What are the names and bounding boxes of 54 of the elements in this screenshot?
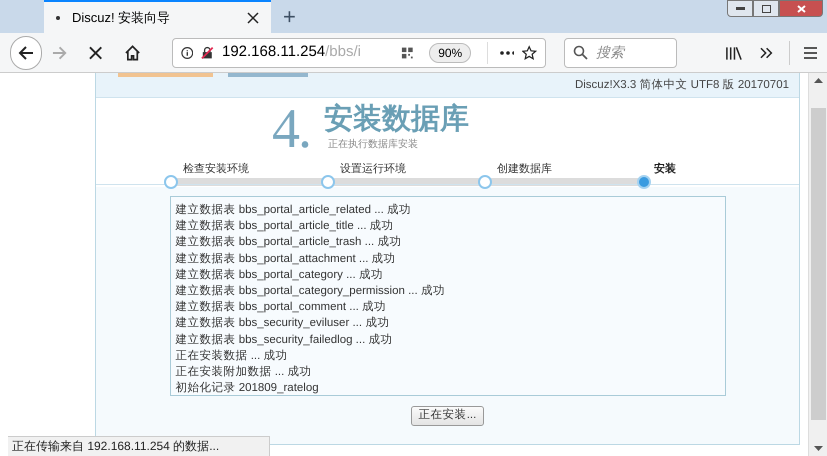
browser-tab[interactable]: Discuz! 安装向导: [44, 0, 271, 33]
log-line: 建立数据表 bbs_portal_article_related ... 成功: [176, 202, 412, 218]
step-title: 安装数据库: [324, 102, 469, 137]
address-bar[interactable]: 192.168.11.254/bbs/i 90%: [172, 38, 546, 68]
home-icon[interactable]: [124, 44, 140, 60]
log-line: 建立数据表 bbs_portal_attachment ... 成功: [176, 251, 397, 267]
library-icon[interactable]: [724, 44, 742, 60]
search-placeholder: 搜索: [596, 43, 624, 62]
scrollbar-thumb[interactable]: [810, 108, 826, 420]
log-line: 建立数据表 bbs_portal_article_trash ... 成功: [176, 234, 402, 250]
installing-button[interactable]: 正在安装...: [410, 406, 484, 426]
minimize-icon: [736, 7, 744, 10]
zoom-badge[interactable]: 90%: [429, 42, 472, 62]
maximize-button[interactable]: [753, 0, 779, 17]
back-arrow-icon: [18, 46, 34, 60]
log-line: 建立数据表 bbs_portal_category ... 成功: [176, 267, 384, 283]
version-text: Discuz!X3.3 简体中文 UTF8 版 20170701: [574, 78, 789, 93]
back-button[interactable]: [10, 36, 42, 70]
qr-code-icon[interactable]: [400, 46, 414, 60]
close-window-button[interactable]: [779, 0, 823, 17]
status-bar: 正在传输来自 192.168.11.254 的数据...: [8, 436, 270, 456]
log-line: 建立数据表 bbs_portal_article_title ... 成功: [176, 218, 395, 234]
maximize-icon: [762, 4, 770, 12]
log-line: 建立数据表 bbs_portal_category_permission ... 成功: [176, 283, 446, 300]
menu-icon[interactable]: [804, 46, 817, 58]
minimize-button[interactable]: [727, 0, 753, 17]
step-label: 检查安装环境: [183, 162, 249, 177]
chevrons-icon[interactable]: [760, 46, 773, 58]
insecure-lock-icon[interactable]: [201, 46, 214, 60]
step-label: 创建数据库: [497, 162, 552, 177]
search-field[interactable]: 搜索: [564, 38, 676, 68]
close-icon[interactable]: [247, 12, 259, 24]
scrollbar[interactable]: [808, 73, 827, 456]
step-subtitle: 正在执行数据库安装: [327, 138, 419, 152]
log-line: 建立数据表 bbs_portal_comment ... 成功: [176, 299, 388, 316]
step-label: 设置运行环境: [340, 162, 406, 177]
log-line: 初始化记录 201809_ratelog: [176, 380, 320, 395]
log-line: 建立数据表 bbs_security_failedlog ... 成功: [176, 332, 394, 348]
search-icon: [572, 45, 588, 60]
new-tab-button[interactable]: +: [271, 0, 308, 33]
scroll-down-icon[interactable]: [814, 446, 822, 451]
info-icon[interactable]: [180, 46, 194, 60]
url-text: 192.168.11.254/bbs/i: [222, 42, 362, 62]
log-line: 正在安装数据 ... 成功: [176, 348, 288, 364]
step-number: 4.: [272, 101, 310, 157]
tab-title: Discuz! 安装向导: [72, 8, 172, 27]
close-icon: [796, 4, 806, 12]
step-label: 安装: [654, 162, 676, 177]
scroll-up-icon[interactable]: [814, 78, 822, 83]
star-icon[interactable]: [522, 44, 537, 60]
more-icon[interactable]: [500, 50, 514, 54]
log-line: 正在安装附加数据 ... 成功: [176, 364, 312, 380]
log-line: 建立数据表 bbs_security_eviluser ... 成功: [176, 315, 390, 332]
stop-icon[interactable]: [89, 46, 103, 60]
